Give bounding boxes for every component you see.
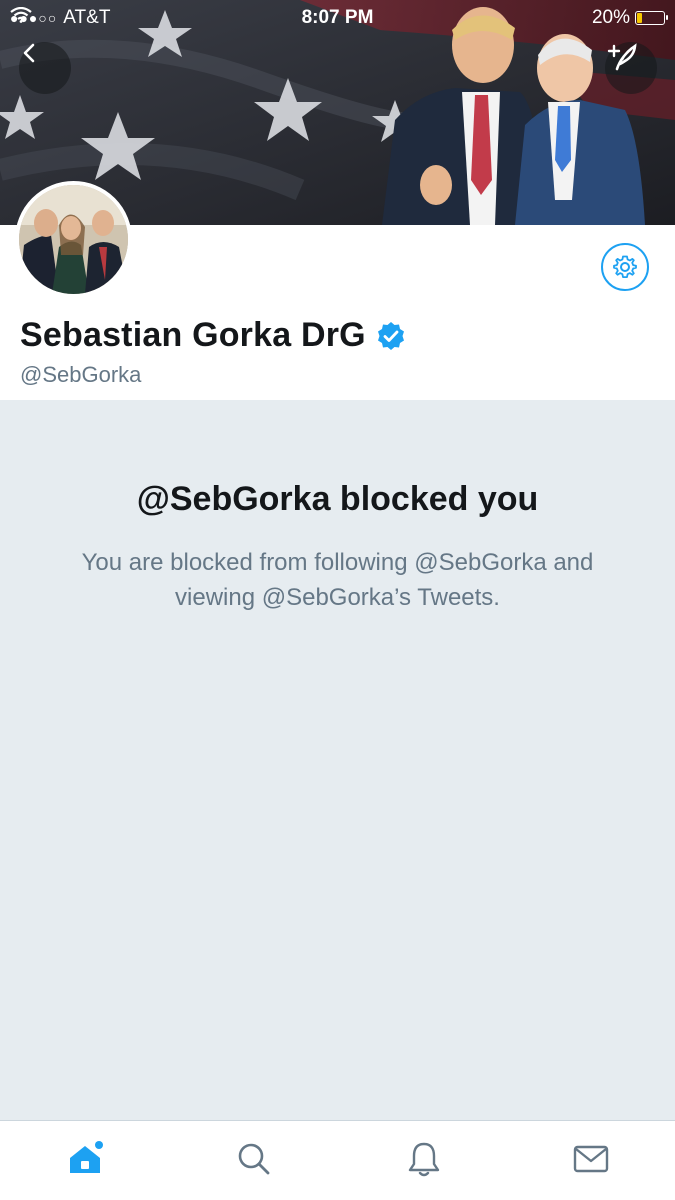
search-icon [238,1143,270,1175]
blocked-title: @SebGorka blocked you [136,480,539,518]
avatar-photo [19,185,128,294]
bottom-tab-bar [0,1120,675,1200]
tab-notifications[interactable] [402,1137,446,1181]
battery-icon [635,11,668,25]
clock: 8:07 PM [301,7,374,28]
chevron-left-icon [23,43,35,63]
tab-search[interactable] [232,1137,276,1181]
battery-percent: 20% [591,7,630,28]
status-bar: ●●●○○ AT&T 8:07 PM 20% [0,0,675,34]
profile-handle: @SebGorka [20,362,142,387]
avatar[interactable] [15,181,132,298]
compose-tweet-icon [607,43,637,71]
compose-tweet-button[interactable] [605,42,657,94]
back-button[interactable] [19,42,71,94]
tab-home[interactable] [63,1137,107,1181]
blocked-description: You are blocked from following @SebGorka… [81,549,594,611]
settings-button[interactable] [601,243,649,291]
mail-icon [573,1145,609,1173]
bell-icon [408,1142,440,1177]
profile-display-name: Sebastian Gorka DrG [20,316,366,354]
profile-name-row: Sebastian Gorka DrG [20,316,406,355]
gear-icon [613,255,637,278]
tab-messages[interactable] [569,1137,613,1181]
verified-badge-icon [377,321,404,350]
home-icon [70,1141,103,1173]
